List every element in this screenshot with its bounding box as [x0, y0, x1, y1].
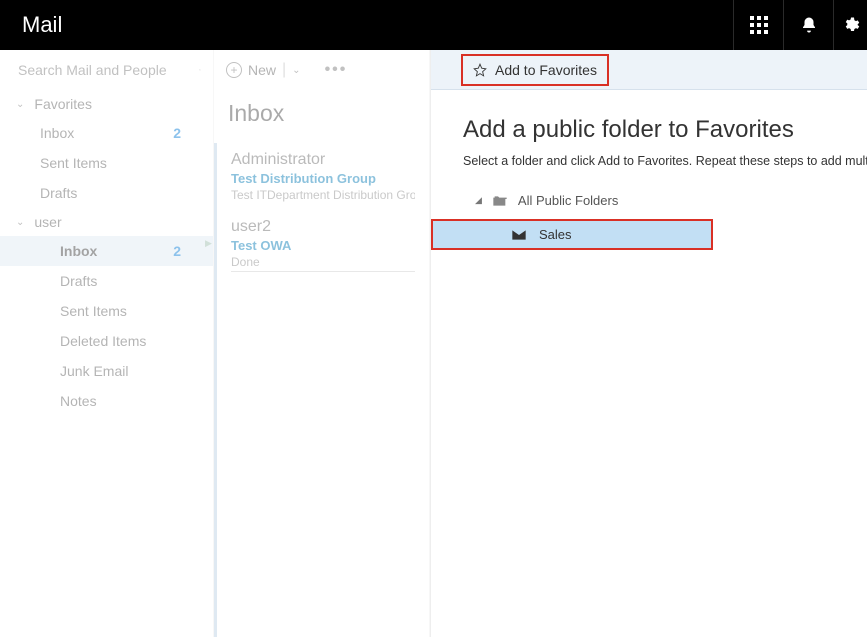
message-done: Done — [231, 255, 415, 272]
search-input[interactable] — [18, 62, 199, 78]
message-from: Administrator — [231, 151, 415, 169]
message-subject: Test Distribution Group — [231, 171, 415, 186]
favorites-bar: Add to Favorites — [431, 50, 867, 90]
sidebar: ⌄ Favorites Inbox 2 Sent Items Drafts ⌄ … — [0, 50, 214, 637]
plus-icon: + — [226, 62, 242, 78]
section-header-favorites[interactable]: ⌄ Favorites — [0, 90, 213, 118]
more-button[interactable]: ••• — [325, 61, 348, 79]
folder-tree: ◢ All Public Folders Sales — [431, 188, 867, 250]
content-area: ⌄ Favorites Inbox 2 Sent Items Drafts ⌄ … — [0, 50, 867, 637]
folder-drafts-fav[interactable]: Drafts — [0, 178, 213, 208]
folder-label: Notes — [60, 393, 97, 409]
app-title: Mail — [0, 12, 62, 38]
right-pane: Add to Favorites Add a public folder to … — [430, 50, 867, 637]
folder-drafts[interactable]: Drafts — [0, 266, 213, 296]
folders-icon — [492, 194, 508, 208]
topbar-right — [733, 0, 867, 50]
pane-body: Add a public folder to Favorites Select … — [431, 90, 867, 250]
top-bar: Mail — [0, 0, 867, 50]
bell-icon — [800, 16, 818, 34]
caret-right-icon: ▶ — [205, 238, 212, 249]
message-item[interactable]: Administrator Test Distribution Group Te… — [217, 143, 429, 210]
message-list-pane: + New | ⌄ ••• Inbox Administrator Test D… — [214, 50, 430, 637]
star-icon — [473, 63, 487, 77]
chevron-down-icon: ⌄ — [16, 99, 24, 110]
folder-label: Inbox — [40, 125, 74, 141]
folder-count: 2 — [173, 243, 181, 259]
folder-inbox[interactable]: Inbox 2 — [0, 236, 213, 266]
folder-label: Inbox — [60, 243, 97, 259]
app-launcher-button[interactable] — [733, 0, 783, 50]
message-subject: Test OWA — [231, 238, 415, 253]
tree-root-all-public[interactable]: ◢ All Public Folders — [431, 188, 867, 213]
tree-root-label: All Public Folders — [518, 193, 618, 208]
triangle-down-icon: ◢ — [475, 195, 482, 206]
folder-sent-fav[interactable]: Sent Items — [0, 148, 213, 178]
waffle-icon — [750, 16, 768, 34]
message-preview: Test ITDepartment Distribution Grou — [231, 188, 415, 202]
pane-subtitle: Select a folder and click Add to Favorit… — [463, 154, 867, 168]
tree-item-sales[interactable]: Sales — [431, 219, 713, 250]
pane-title: Add a public folder to Favorites — [463, 116, 867, 144]
folder-label: Deleted Items — [60, 333, 146, 349]
add-to-favorites-button[interactable]: Add to Favorites — [461, 54, 609, 86]
add-to-favorites-label: Add to Favorites — [495, 62, 597, 78]
chevron-down-icon: ⌄ — [16, 217, 24, 228]
folder-count: 2 — [173, 125, 181, 141]
folder-label: Drafts — [40, 185, 77, 201]
inbox-header: Inbox — [214, 90, 429, 143]
new-button[interactable]: New — [248, 62, 276, 78]
gear-icon — [842, 16, 860, 34]
settings-button[interactable] — [833, 0, 867, 50]
folder-label: Sent Items — [60, 303, 127, 319]
search-icon[interactable] — [199, 62, 201, 78]
tree-item-label: Sales — [539, 227, 572, 242]
message-toolbar: + New | ⌄ ••• — [214, 50, 429, 90]
message-item[interactable]: ▶ user2 Test OWA Done — [217, 210, 429, 280]
folder-sent[interactable]: Sent Items — [0, 296, 213, 326]
folder-junk[interactable]: Junk Email — [0, 356, 213, 386]
section-label: user — [34, 214, 61, 230]
chevron-down-icon[interactable]: ⌄ — [292, 65, 300, 76]
section-label: Favorites — [34, 96, 92, 112]
folder-inbox-fav[interactable]: Inbox 2 — [0, 118, 213, 148]
search-row — [0, 50, 213, 90]
notifications-button[interactable] — [783, 0, 833, 50]
folder-label: Drafts — [60, 273, 97, 289]
folder-label: Junk Email — [60, 363, 128, 379]
section-header-user[interactable]: ⌄ user — [0, 208, 213, 236]
folder-label: Sent Items — [40, 155, 107, 171]
folder-notes[interactable]: Notes — [0, 386, 213, 416]
messages-list: Administrator Test Distribution Group Te… — [214, 143, 429, 637]
folder-deleted[interactable]: Deleted Items — [0, 326, 213, 356]
message-from: user2 — [231, 218, 415, 236]
mail-icon — [511, 229, 527, 241]
